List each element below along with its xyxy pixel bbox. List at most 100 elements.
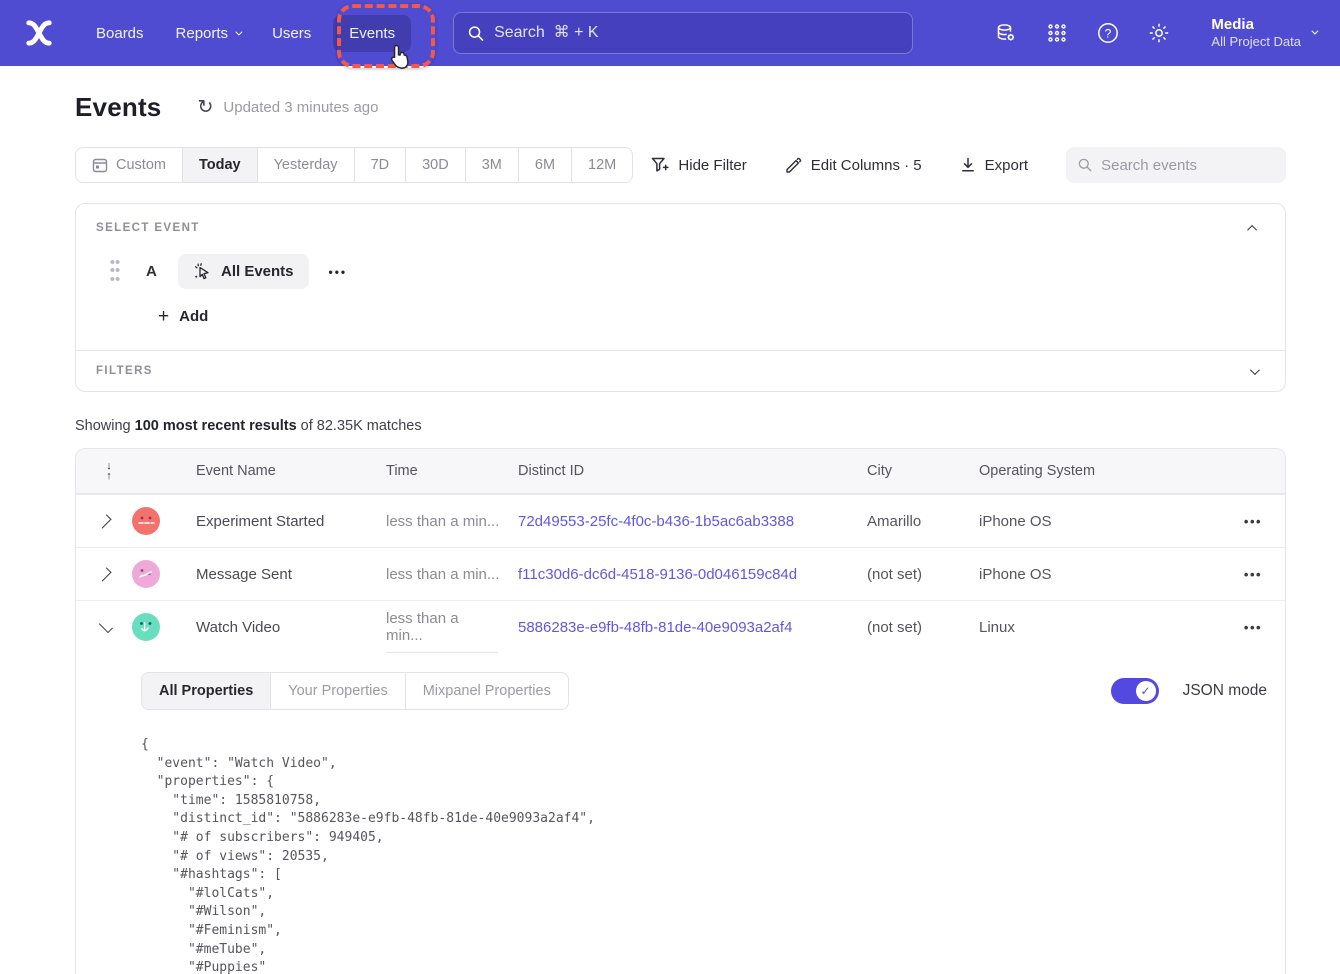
tab-your-properties[interactable]: Your Properties	[270, 673, 404, 709]
hide-filter-label: Hide Filter	[678, 157, 746, 174]
tab-all-properties[interactable]: All Properties	[142, 673, 270, 709]
select-event-section: SELECT EVENT •• •• •• A All Events ••• +	[76, 204, 1285, 350]
row-menu-icon[interactable]: •••	[1244, 514, 1262, 529]
event-detail-panel: All Properties Your Properties Mixpanel …	[76, 653, 1285, 974]
properties-tabs: All Properties Your Properties Mixpanel …	[141, 672, 569, 710]
row-menu-icon[interactable]: •••	[1244, 620, 1262, 635]
date-range-label: 7D	[371, 157, 390, 173]
data-management-icon[interactable]	[993, 20, 1019, 46]
city: (not set)	[867, 566, 979, 583]
event-json-view: { "event": "Watch Video", "properties": …	[141, 736, 1267, 974]
event-avatar	[132, 560, 160, 588]
operating-system: Linux	[979, 619, 1221, 636]
all-events-label: All Events	[221, 263, 294, 280]
table-row-expanded[interactable]: Watch Video less than a min... 5886283e-…	[76, 600, 1285, 653]
column-header-time[interactable]: Time	[386, 463, 518, 479]
avatar-face-icon	[132, 507, 160, 535]
edit-columns-label: Edit Columns · 5	[811, 157, 922, 174]
json-mode-toggle[interactable]: ✓	[1111, 678, 1159, 704]
chevron-up-icon[interactable]	[1247, 224, 1257, 234]
mixpanel-logo-icon[interactable]	[24, 18, 54, 48]
search-icon	[468, 25, 484, 42]
tab-mixpanel-properties[interactable]: Mixpanel Properties	[405, 673, 568, 709]
global-search[interactable]	[453, 12, 913, 54]
filters-section: FILTERS	[76, 350, 1285, 391]
json-mode-label: JSON mode	[1183, 682, 1267, 700]
refresh-icon[interactable]: ↻	[197, 98, 213, 117]
event-slot-letter: A	[146, 263, 178, 280]
collapse-all-icon[interactable]: ↓ ↑	[96, 461, 112, 482]
expand-row-icon[interactable]	[97, 514, 111, 528]
table-row[interactable]: Experiment Started less than a min... 72…	[76, 494, 1285, 547]
date-range-label: Custom	[116, 157, 166, 173]
nav-item-events[interactable]: Events	[333, 15, 411, 52]
date-range-yesterday[interactable]: Yesterday	[257, 148, 354, 182]
event-avatar	[132, 507, 160, 535]
column-header-os[interactable]: Operating System	[979, 463, 1221, 479]
search-events-field[interactable]	[1066, 147, 1286, 183]
search-events-input[interactable]	[1101, 157, 1274, 174]
date-range-3m[interactable]: 3M	[465, 148, 518, 182]
svg-text:?: ?	[1105, 26, 1112, 40]
add-event-button[interactable]: + Add	[158, 307, 208, 326]
date-range-12m[interactable]: 12M	[571, 148, 632, 182]
date-range-7d[interactable]: 7D	[354, 148, 406, 182]
event-avatar	[132, 613, 160, 641]
settings-gear-icon[interactable]	[1146, 20, 1172, 46]
nav-item-reports[interactable]: Reports	[160, 15, 257, 52]
distinct-id-link[interactable]: 5886283e-e9fb-48fb-81de-40e9093a2af4	[518, 619, 867, 636]
drag-handle-icon[interactable]: •• •• ••	[108, 259, 122, 284]
avatar-face-icon	[132, 613, 160, 641]
date-range-label: Yesterday	[274, 157, 338, 173]
event-name: Message Sent	[176, 566, 386, 583]
operating-system: iPhone OS	[979, 513, 1221, 530]
row-menu-icon[interactable]: •••	[1244, 567, 1262, 582]
event-row-menu-icon[interactable]: •••	[329, 265, 348, 279]
magic-cursor-icon	[193, 262, 212, 281]
date-range-custom[interactable]: Custom	[76, 148, 182, 182]
calendar-icon	[92, 157, 108, 173]
nav-item-label: Boards	[96, 25, 144, 42]
top-nav: Boards Reports Users Events	[0, 0, 1340, 66]
chevron-down-icon[interactable]	[1250, 365, 1260, 375]
project-name: Media	[1211, 15, 1301, 35]
page-title: Events	[75, 92, 161, 123]
filter-funnel-icon	[651, 157, 669, 174]
results-count: 100 most recent results	[135, 418, 297, 434]
results-prefix: Showing	[75, 418, 135, 434]
query-builder-card: SELECT EVENT •• •• •• A All Events ••• +	[75, 203, 1286, 392]
download-icon	[960, 157, 976, 173]
date-range-today[interactable]: Today	[182, 148, 257, 182]
expand-row-icon[interactable]	[97, 567, 111, 581]
hide-filter-button[interactable]: Hide Filter	[651, 157, 746, 174]
export-label: Export	[985, 157, 1028, 174]
global-search-input[interactable]	[494, 24, 898, 42]
toggle-check-icon: ✓	[1136, 681, 1156, 701]
column-header-event-name[interactable]: Event Name	[176, 463, 386, 479]
results-suffix: of 82.35K matches	[297, 418, 422, 434]
edit-columns-button[interactable]: Edit Columns · 5	[785, 157, 922, 174]
distinct-id-link[interactable]: 72d49553-25fc-4f0c-b436-1b5ac6ab3388	[518, 513, 867, 530]
event-name: Experiment Started	[176, 513, 386, 530]
avatar-face-icon	[132, 560, 160, 588]
operating-system: iPhone OS	[979, 566, 1221, 583]
date-range-label: 30D	[422, 157, 449, 173]
export-button[interactable]: Export	[960, 157, 1028, 174]
project-switcher[interactable]: Media All Project Data	[1211, 15, 1316, 51]
date-range-label: 3M	[482, 157, 502, 173]
event-row: •• •• •• A All Events •••	[96, 254, 1265, 289]
nav-item-users[interactable]: Users	[256, 15, 327, 52]
help-icon[interactable]: ?	[1095, 20, 1121, 46]
column-header-distinct-id[interactable]: Distinct ID	[518, 463, 867, 479]
all-events-chip[interactable]: All Events	[178, 254, 309, 289]
nav-item-boards[interactable]: Boards	[80, 15, 160, 52]
date-range-30d[interactable]: 30D	[405, 148, 465, 182]
apps-grid-icon[interactable]	[1044, 20, 1070, 46]
table-row[interactable]: Message Sent less than a min... f11c30d6…	[76, 547, 1285, 600]
distinct-id-link[interactable]: f11c30d6-dc6d-4518-9136-0d046159c84d	[518, 566, 867, 583]
column-header-city[interactable]: City	[867, 463, 979, 479]
date-range-6m[interactable]: 6M	[518, 148, 571, 182]
collapse-row-icon[interactable]	[98, 619, 112, 633]
pencil-icon	[785, 157, 802, 174]
date-range-label: 12M	[588, 157, 616, 173]
